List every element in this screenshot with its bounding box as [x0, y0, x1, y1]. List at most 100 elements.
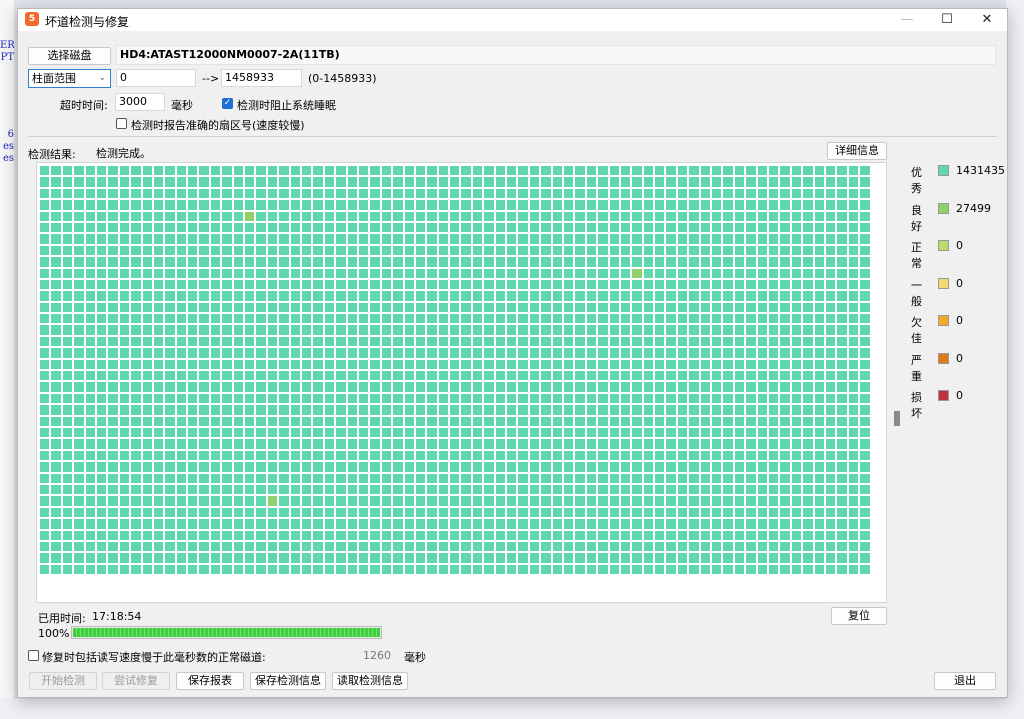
sector-block: [107, 324, 119, 336]
sector-block: [597, 187, 609, 200]
sector-block: [540, 221, 552, 234]
sector-block: [300, 483, 313, 496]
range-end-input[interactable]: 1458933: [221, 69, 302, 87]
sector-block: [187, 415, 199, 427]
timeout-unit: 毫秒: [171, 99, 193, 112]
sector-block: [346, 221, 358, 234]
timeout-input[interactable]: 3000: [115, 93, 165, 111]
sector-block: [312, 392, 324, 405]
sector-block: [608, 404, 620, 416]
sector-block: [756, 518, 768, 530]
sector-block: [130, 540, 142, 553]
sector-block: [335, 381, 347, 393]
sector-block: [768, 563, 780, 576]
repair-slow-checkbox[interactable]: [28, 650, 39, 661]
sector-block: [756, 256, 768, 268]
sector-block: [847, 540, 860, 553]
sector-block: [289, 552, 301, 564]
sector-block: [141, 221, 153, 234]
sector-block: [768, 199, 780, 211]
try-repair-button[interactable]: 尝试修复: [102, 672, 170, 690]
sector-block: [221, 335, 233, 348]
start-scan-button[interactable]: 开始检测: [29, 672, 97, 690]
sector-block: [39, 278, 51, 291]
sector-block: [608, 540, 620, 553]
details-button[interactable]: 详细信息: [827, 142, 887, 160]
save-report-button[interactable]: 保存报表: [176, 672, 244, 690]
sector-block: [130, 187, 142, 200]
sector-block: [574, 461, 586, 473]
sector-block: [676, 426, 689, 439]
sector-block: [790, 438, 803, 450]
minimize-button[interactable]: —: [889, 9, 925, 31]
sector-block: [300, 244, 313, 257]
accurate-sector-checkbox[interactable]: [116, 118, 127, 129]
sector-block: [733, 461, 746, 473]
sector-block: [357, 518, 370, 530]
sector-block: [631, 483, 643, 496]
sector-block: [824, 392, 837, 405]
sector-block: [244, 165, 256, 177]
sector-block: [847, 483, 860, 496]
sector-block: [619, 290, 632, 302]
sector-block: [608, 495, 620, 507]
save-scan-info-button[interactable]: 保存检测信息: [250, 672, 326, 690]
range-start-input[interactable]: 0: [116, 69, 196, 87]
sector-block: [528, 461, 541, 473]
sector-block: [414, 483, 427, 496]
sector-block: [859, 165, 871, 177]
title-bar[interactable]: 5 坏道检测与修复 — ☐ ✕: [18, 9, 1007, 31]
background-app-edge: [0, 0, 14, 719]
prevent-sleep-checkbox[interactable]: ✓: [222, 98, 233, 109]
sector-block: [175, 187, 188, 200]
sector-block: [335, 483, 347, 496]
sector-block: [107, 278, 119, 291]
sector-block: [528, 233, 541, 245]
sector-block: [813, 324, 825, 336]
sector-block: [722, 506, 734, 519]
sector-block: [460, 233, 472, 245]
sector-block: [392, 415, 404, 427]
maximize-button[interactable]: ☐: [929, 9, 965, 31]
select-disk-button[interactable]: 选择磁盘: [28, 47, 111, 65]
sector-block: [619, 472, 632, 484]
sector-block: [357, 187, 370, 200]
load-scan-info-button[interactable]: 读取检测信息: [332, 672, 408, 690]
sector-block: [414, 199, 427, 211]
sector-block: [357, 540, 370, 553]
sector-block: [244, 290, 256, 302]
scrollbar-thumb[interactable]: [894, 411, 900, 426]
reset-button[interactable]: 复位: [831, 607, 887, 625]
exit-button[interactable]: 退出: [934, 672, 996, 690]
sector-block: [266, 324, 279, 336]
sector-block: [768, 324, 780, 336]
sector-block: [403, 370, 415, 382]
sector-block: [711, 392, 723, 405]
sector-block: [39, 563, 51, 576]
sector-block: [790, 221, 803, 234]
sector-block: [209, 495, 222, 507]
close-button[interactable]: ✕: [969, 9, 1005, 31]
sector-block: [574, 392, 586, 405]
sector-block: [164, 381, 176, 393]
sector-block: [380, 495, 393, 507]
sector-block: [813, 415, 825, 427]
sector-block: [130, 495, 142, 507]
range-mode-select[interactable]: 柱面范围 ⌄: [28, 69, 111, 88]
sector-block: [335, 324, 347, 336]
sector-block: [335, 313, 347, 325]
sector-block: [824, 415, 837, 427]
sector-block: [745, 278, 757, 291]
background-bottom-edge: [0, 699, 1024, 719]
sector-block: [266, 404, 279, 416]
sector-block: [517, 290, 529, 302]
sector-block: [711, 438, 723, 450]
sector-block: [130, 290, 142, 302]
sector-block: [790, 370, 803, 382]
sector-block: [551, 381, 563, 393]
sector-block: [449, 392, 461, 405]
sector-block: [494, 301, 507, 314]
repair-threshold-input[interactable]: 1260: [308, 647, 408, 665]
sector-block: [619, 438, 632, 450]
sector-block: [198, 415, 210, 427]
